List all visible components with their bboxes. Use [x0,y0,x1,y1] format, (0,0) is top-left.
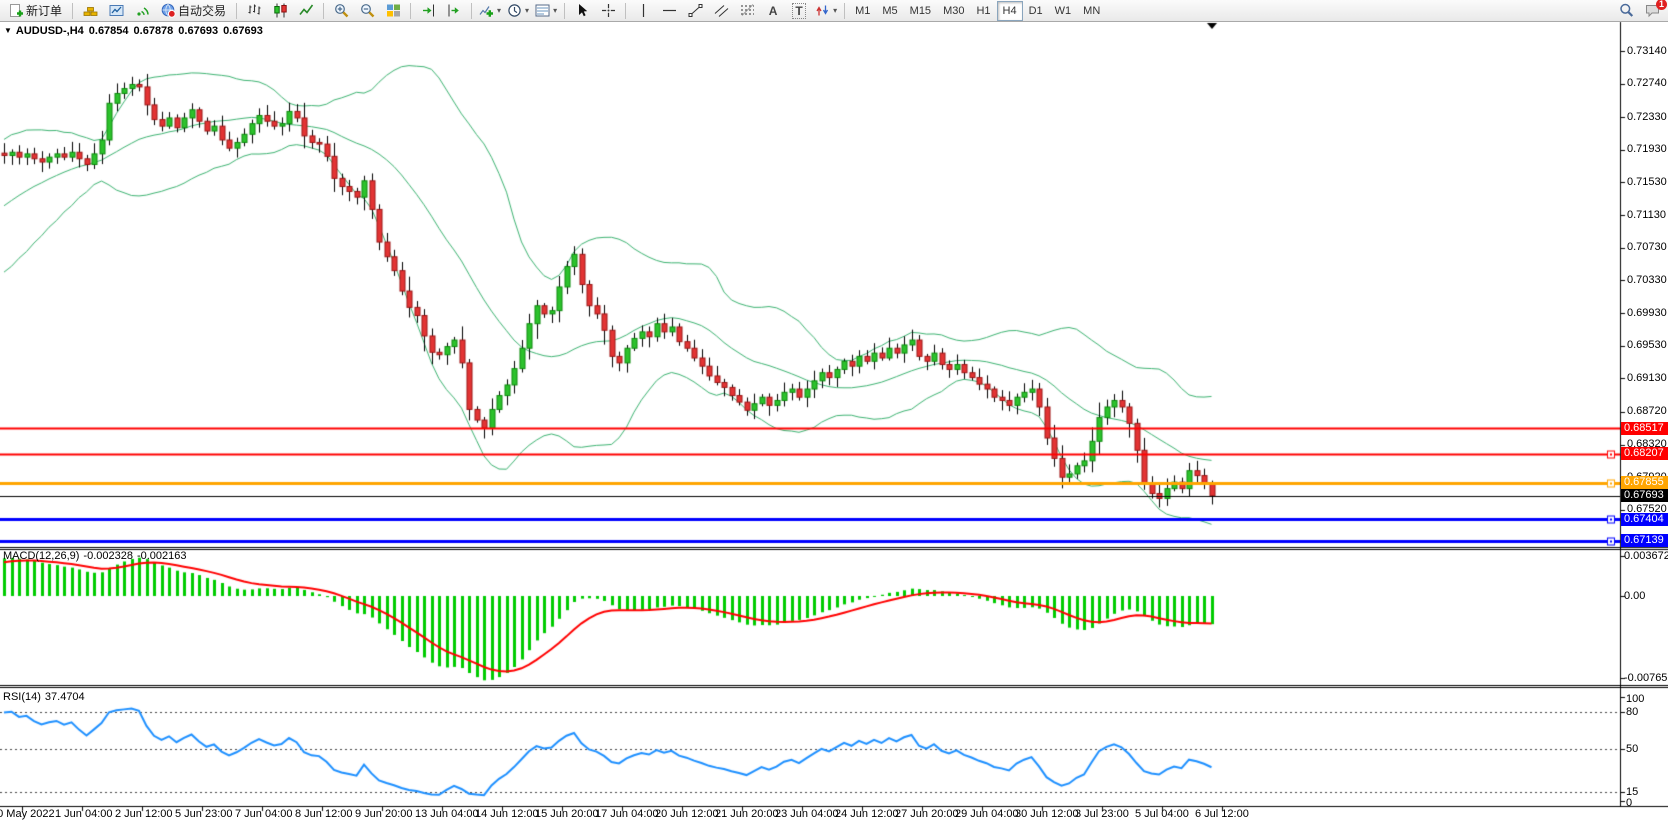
timeframe-button-m30[interactable]: M30 [937,1,970,21]
timeframe-button-d1[interactable]: D1 [1023,1,1049,21]
periods-button[interactable]: ▾ [504,0,532,22]
autoscroll-icon [421,3,436,18]
toolbar-separator [72,3,73,19]
zoom-out-button[interactable] [354,0,380,22]
timeframe-button-m1[interactable]: M1 [849,1,876,21]
auto-scroll-button[interactable] [415,0,441,22]
text-label-button[interactable]: T [786,0,812,22]
search-button[interactable] [1613,0,1639,22]
dropdown-arrow-icon[interactable]: ▾ [833,6,837,15]
globe-icon [161,3,176,18]
new-order-button-label: 新订单 [26,2,62,19]
chat-button[interactable]: 1 [1639,0,1665,22]
horizontal-line-button[interactable] [656,0,682,22]
tiles-icon [386,3,401,18]
channel-button[interactable] [708,0,734,22]
zoom-in-button[interactable] [328,0,354,22]
market-button[interactable] [77,0,103,22]
text-button-glyph: A [769,4,778,18]
arrows-icon [815,3,830,18]
cursor-button[interactable] [569,0,595,22]
dropdown-arrow-icon[interactable]: ▾ [497,6,501,15]
indicators-button[interactable]: ▾ [476,0,504,22]
timeframe-button-m15[interactable]: M15 [904,1,937,21]
charts-icon [109,3,124,18]
toolbar-separator [564,3,565,19]
crosshair-button[interactable] [595,0,621,22]
toolbar-separator [236,3,237,19]
search-icon [1619,3,1634,18]
dropdown-arrow-icon[interactable]: ▾ [553,6,557,15]
template-icon [535,3,550,18]
toolbar-separator [625,3,626,19]
zoomin-icon [334,3,349,18]
toolbar-separator [471,3,472,19]
tline-icon [688,3,703,18]
signals-icon [135,3,150,18]
templates-button[interactable]: ▾ [532,0,560,22]
arrows-button[interactable]: ▾ [812,0,840,22]
new-order-button[interactable]: 新订单 [3,0,68,22]
line-chart-button[interactable] [293,0,319,22]
candles-icon [273,3,288,18]
tile-windows-button[interactable] [380,0,406,22]
linechart-icon [299,3,314,18]
text-button[interactable]: A [760,0,786,22]
chart-shift-button[interactable] [441,0,467,22]
addind-icon [479,3,494,18]
vertical-line-button[interactable] [630,0,656,22]
cursor-icon [575,3,590,18]
clock-icon [507,3,522,18]
candlestick-chart-button[interactable] [267,0,293,22]
notification-badge: 1 [1656,0,1667,10]
dropdown-arrow-icon[interactable]: ▾ [525,6,529,15]
toolbar-separator [410,3,411,19]
hline-icon [662,3,677,18]
auto-trading-button[interactable]: 自动交易 [155,0,232,22]
timeframe-button-h1[interactable]: H1 [970,1,996,21]
channel-icon [714,3,729,18]
toolbar: 新订单 自动交易 ▾ ▾ ▾ AT ▾ M1M5M15M30H1H4D1W1MN 1 [0,0,1668,22]
fibo-icon [740,3,755,18]
toolbar-separator [323,3,324,19]
gold-icon [83,3,98,18]
timeframe-button-w1[interactable]: W1 [1049,1,1078,21]
text-label-button-glyph: T [792,3,805,19]
timeframe-button-h4[interactable]: H4 [997,1,1023,21]
auto-trading-button-label: 自动交易 [178,2,226,19]
vline-icon [636,3,651,18]
zoomout-icon [360,3,375,18]
chartshift-icon [447,3,462,18]
signals-button[interactable] [129,0,155,22]
timeframe-button-m5[interactable]: M5 [876,1,903,21]
trendline-button[interactable] [682,0,708,22]
toolbar-separator [844,3,845,19]
charts-window-button[interactable] [103,0,129,22]
new-order-icon [9,3,24,18]
bars-icon [247,3,262,18]
timeframe-button-mn[interactable]: MN [1077,1,1106,21]
crosshair-icon [601,3,616,18]
fibonacci-button[interactable] [734,0,760,22]
chart-canvas[interactable] [0,0,1668,824]
bar-chart-button[interactable] [241,0,267,22]
